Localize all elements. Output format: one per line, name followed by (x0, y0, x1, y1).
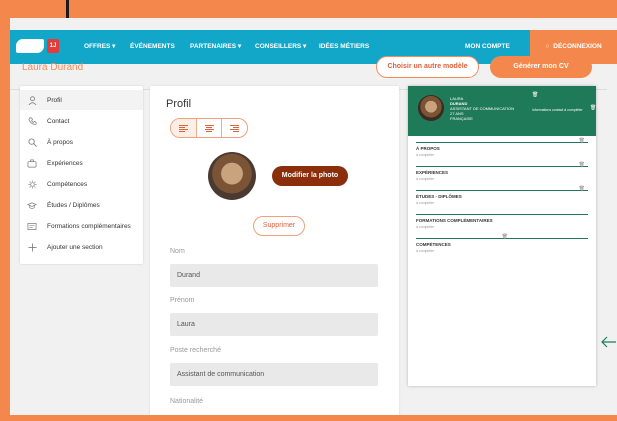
sidebar-item-label: Ajouter une section (47, 243, 103, 251)
sidebar-item-etudes[interactable]: Études / Diplômes (20, 195, 143, 215)
briefcase-icon (27, 158, 37, 168)
user-icon (27, 95, 37, 105)
trash-icon[interactable]: 🗑 (590, 105, 596, 111)
phone-icon (27, 116, 37, 126)
certificate-icon (27, 221, 37, 231)
cv-section-title: À PROPOS (416, 146, 440, 151)
cv-section-experiences[interactable]: EXPÉRIENCES à compléter 🗑 (416, 162, 588, 181)
cv-section-sub: à compléter (416, 249, 435, 253)
align-left-button[interactable] (171, 119, 197, 137)
section-sidebar: Profil Contact À propos Expériences Comp… (20, 86, 143, 264)
choose-model-button[interactable]: Choisir un autre modèle (376, 56, 479, 78)
power-icon: ○ (545, 43, 550, 50)
search-icon (27, 137, 37, 147)
cv-section-title: FORMATIONS COMPLÉMENTAIRES (416, 218, 493, 223)
frame-tick (66, 0, 69, 18)
cv-section-etudes[interactable]: ÉTUDES - DIPLÔMES à compléter 🗑 (416, 186, 588, 205)
user-name: Laura Durand (22, 62, 84, 73)
cv-section-title: ÉTUDES - DIPLÔMES (416, 194, 462, 199)
sidebar-item-label: Expériences (47, 159, 83, 167)
avatar (208, 152, 256, 200)
frame-top (0, 0, 617, 18)
sidebar-item-experiences[interactable]: Expériences (20, 153, 143, 173)
cv-section-sub: à compléter (416, 201, 435, 205)
sidebar-item-label: Compétences (47, 180, 88, 188)
nav-item-idees-metiers[interactable]: IDÉES MÉTIERS (319, 30, 369, 64)
sidebar-item-label: Études / Diplômes (47, 201, 100, 209)
delete-photo-button[interactable]: Supprimer (253, 216, 305, 236)
sidebar-item-add-section[interactable]: Ajouter une section (20, 237, 143, 257)
trash-icon[interactable]: 🗑 (579, 186, 585, 192)
field-label-nom: Nom (170, 248, 185, 255)
align-left-icon (178, 124, 188, 132)
cv-contact-info: informations contact à compléter (532, 108, 583, 112)
cv-section-a-propos[interactable]: À PROPOS à compléter 🗑 (416, 138, 588, 157)
trash-icon[interactable]: 🗑 (579, 138, 585, 144)
sidebar-item-competences[interactable]: Compétences (20, 174, 143, 194)
generate-cv-button[interactable]: Générer mon CV (490, 56, 592, 78)
nom-field[interactable]: Durand (170, 264, 378, 287)
arrow-left-icon (601, 336, 616, 348)
sidebar-item-label: Contact (47, 117, 70, 125)
graduation-icon (27, 200, 37, 210)
logout-label: DÉCONNEXION (553, 43, 602, 50)
field-label-prenom: Prénom (170, 297, 195, 304)
cv-section-formations[interactable]: FORMATIONS COMPLÉMENTAIRES à compléter (416, 214, 588, 229)
page-title: Profil (166, 98, 192, 110)
sidebar-item-contact[interactable]: Contact (20, 111, 143, 131)
trash-icon[interactable]: 🗑 (532, 92, 538, 98)
sidebar-item-formations[interactable]: Formations complémentaires (20, 216, 143, 236)
cv-section-sub: à compléter (416, 225, 435, 229)
trash-icon[interactable]: 🗑 (579, 162, 585, 168)
cv-section-title: COMPÉTENCES (416, 242, 451, 247)
trash-icon[interactable]: 🗑 (502, 234, 508, 240)
logo-badge: 1J (47, 39, 59, 53)
logo[interactable] (16, 39, 44, 53)
nav-item-offres[interactable]: OFFRES ▾ (84, 30, 115, 64)
sidebar-item-profil[interactable]: Profil (20, 90, 143, 110)
poste-field[interactable]: Assistant de communication (170, 363, 378, 386)
cv-nationality: FRANÇAISE (450, 116, 473, 121)
alignment-toggle (170, 118, 248, 138)
field-label-poste: Poste recherché (170, 347, 221, 354)
cv-section-competences[interactable]: COMPÉTENCES à compléter 🗑 (416, 234, 588, 253)
align-right-button[interactable] (222, 119, 247, 137)
profile-panel: Profil Modifier la photo Supprimer Nom D… (150, 86, 399, 416)
sidebar-item-label: À propos (47, 138, 74, 146)
align-center-icon (204, 124, 214, 132)
cv-section-sub: à compléter (416, 177, 435, 181)
nav-item-evenements[interactable]: ÉVÉNEMENTS (130, 30, 175, 64)
gear-icon (27, 179, 37, 189)
cv-preview-header: LAURA DURAND ASSISTANT DE COMMUNICATION … (408, 86, 596, 136)
nav-item-conseillers[interactable]: CONSEILLERS ▾ (255, 30, 306, 64)
cv-preview-avatar (418, 95, 444, 121)
sidebar-item-label: Formations complémentaires (47, 222, 131, 230)
align-right-icon (230, 124, 240, 132)
sidebar-item-a-propos[interactable]: À propos (20, 132, 143, 152)
nav-item-partenaires[interactable]: PARTENAIRES ▾ (190, 30, 241, 64)
frame-bottom (10, 415, 617, 421)
cv-section-title: EXPÉRIENCES (416, 170, 449, 175)
align-center-button[interactable] (197, 119, 223, 137)
cv-section-sub: à compléter (416, 153, 435, 157)
edit-photo-button[interactable]: Modifier la photo (272, 166, 348, 186)
frame-left (0, 18, 10, 421)
plus-icon (27, 242, 37, 252)
cv-preview[interactable]: LAURA DURAND ASSISTANT DE COMMUNICATION … (408, 86, 596, 386)
prenom-field[interactable]: Laura (170, 313, 378, 336)
sidebar-item-label: Profil (47, 96, 62, 104)
field-label-nationalite: Nationalité (170, 398, 204, 405)
